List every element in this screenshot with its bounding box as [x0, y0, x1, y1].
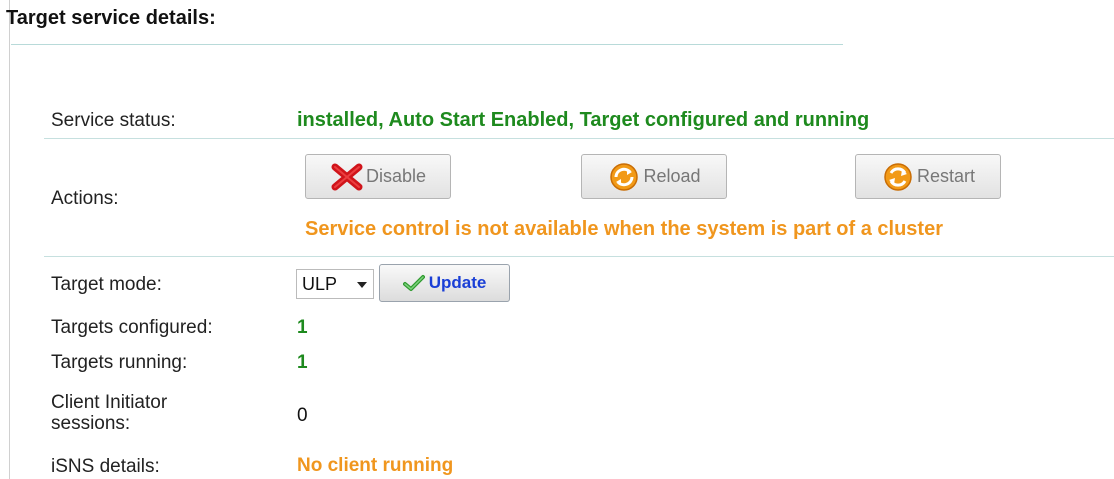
- actions-label: Actions:: [51, 188, 119, 209]
- targets-running-value: 1: [297, 352, 308, 373]
- red-x-icon: [331, 163, 363, 190]
- client-initiator-label-line1: Client Initiator: [51, 392, 168, 413]
- restart-button[interactable]: Restart: [855, 154, 1001, 199]
- row-divider: [44, 138, 1114, 139]
- update-button[interactable]: Update: [379, 264, 510, 302]
- restart-icon: [884, 162, 912, 191]
- targets-running-label: Targets running:: [51, 352, 188, 373]
- checkmark-icon: [402, 275, 425, 291]
- update-button-label: Update: [428, 273, 487, 292]
- disable-button-label: Disable: [365, 166, 427, 186]
- client-initiator-label-line2: sessions:: [51, 413, 131, 434]
- target-mode-selected-value: ULP: [302, 274, 338, 294]
- row-divider: [44, 256, 1114, 257]
- chevron-down-icon: [357, 282, 367, 288]
- title-divider: [11, 44, 843, 45]
- targets-configured-value: 1: [297, 317, 308, 338]
- cluster-warning-text: Service control is not available when th…: [305, 218, 943, 240]
- disable-button[interactable]: Disable: [305, 154, 451, 199]
- client-initiator-sessions-value: 0: [297, 405, 308, 426]
- service-status-value: installed, Auto Start Enabled, Target co…: [297, 109, 870, 131]
- service-status-label: Service status:: [51, 110, 176, 131]
- isns-details-value: No client running: [297, 455, 454, 476]
- section-title: Target service details:: [6, 7, 216, 29]
- target-mode-label: Target mode:: [51, 274, 162, 295]
- target-service-details-panel: Target service details: Service status: …: [0, 0, 1114, 479]
- left-border: [9, 0, 10, 479]
- restart-button-label: Restart: [916, 166, 976, 186]
- client-initiator-sessions-label: Client Initiator sessions:: [51, 392, 167, 434]
- target-mode-select[interactable]: ULP: [296, 269, 374, 299]
- reload-button[interactable]: Reload: [581, 154, 727, 199]
- reload-button-label: Reload: [643, 166, 701, 186]
- isns-details-label: iSNS details:: [51, 456, 160, 477]
- targets-configured-label: Targets configured:: [51, 317, 213, 338]
- reload-icon: [610, 162, 639, 191]
